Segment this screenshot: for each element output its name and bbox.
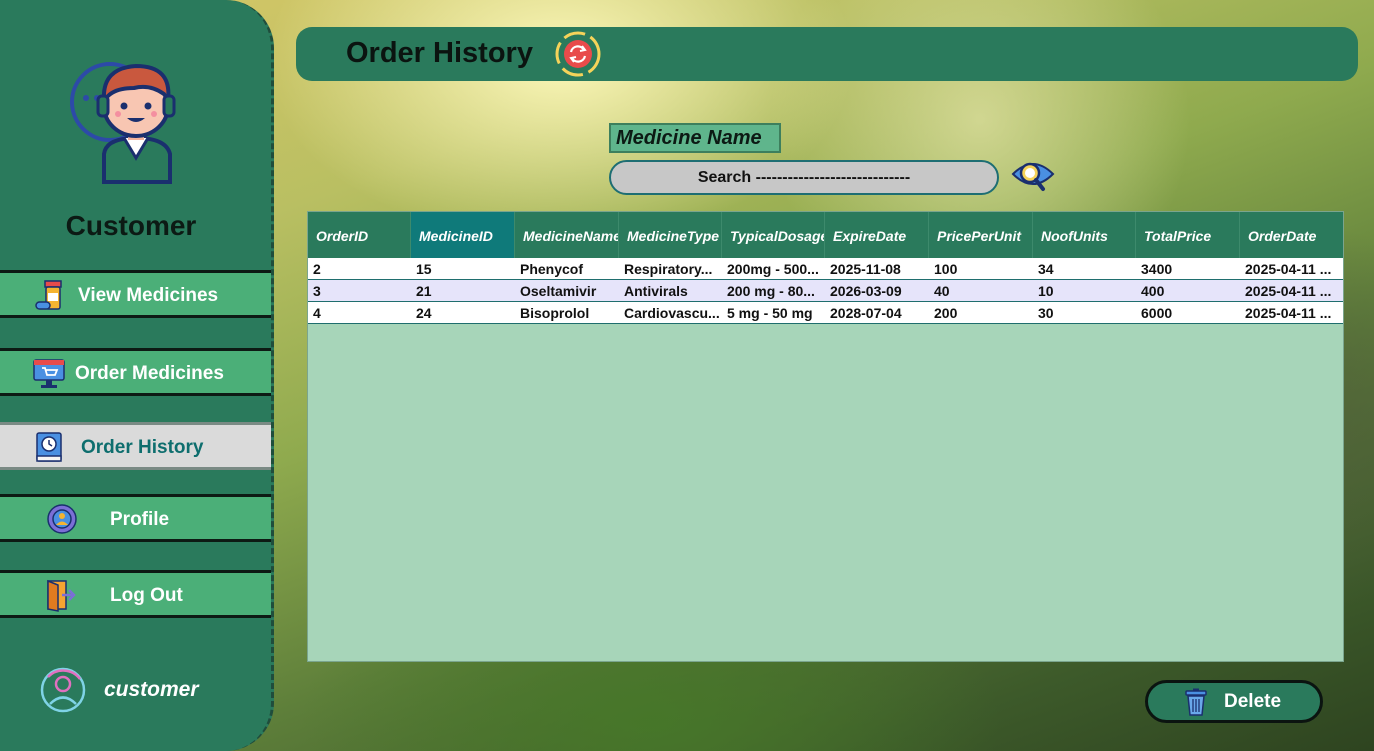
column-header-medicineid[interactable]: MedicineID <box>411 212 515 258</box>
table-cell: 2 <box>313 261 321 277</box>
table-cell: 2026-03-09 <box>830 283 902 299</box>
table-row[interactable]: 3 21 Oseltamivir Antivirals 200 mg - 80.… <box>308 280 1343 302</box>
trash-icon <box>1185 688 1207 716</box>
delete-label: Delete <box>1224 691 1282 712</box>
search-input[interactable] <box>609 160 999 195</box>
column-header-typicaldosage[interactable]: TypicalDosage <box>722 212 825 258</box>
header-bar: Order History <box>296 27 1358 81</box>
table-cell: 21 <box>416 283 432 299</box>
table-cell: Bisoprolol <box>520 305 590 321</box>
table-cell: Oseltamivir <box>520 283 597 299</box>
column-header-orderid[interactable]: OrderID <box>308 212 411 258</box>
order-history-table[interactable]: OrderID MedicineID MedicineName Medicine… <box>307 211 1344 662</box>
username: customer <box>104 678 199 701</box>
nav-view-medicines[interactable]: View Medicines <box>0 270 271 318</box>
table-cell: 200 <box>934 305 958 321</box>
delete-button[interactable]: Delete <box>1145 680 1323 723</box>
table-cell: 2025-04-11 ... <box>1245 283 1332 299</box>
table-cell: 100 <box>934 261 958 277</box>
user-avatar-icon <box>40 667 86 713</box>
search-label: Medicine Name <box>609 123 781 153</box>
nav-label: Profile <box>110 509 170 530</box>
table-cell: 200mg - 500... <box>727 261 819 277</box>
column-header-medicinename[interactable]: MedicineName <box>515 212 619 258</box>
table-cell: 30 <box>1038 305 1054 321</box>
pill-bottle-icon <box>35 280 62 310</box>
gear-user-icon <box>47 504 77 534</box>
eye-magnifier-icon[interactable] <box>1010 156 1056 196</box>
refresh-icon[interactable] <box>554 30 602 78</box>
exit-door-icon <box>47 579 76 612</box>
table-cell: 2025-04-11 ... <box>1245 261 1332 277</box>
history-book-icon <box>36 432 62 462</box>
nav-label: Order History <box>81 437 204 458</box>
nav-order-medicines[interactable]: Order Medicines <box>0 348 271 396</box>
table-cell: Antivirals <box>624 283 688 299</box>
page-title: Order History <box>346 37 533 69</box>
role-title: Customer <box>65 210 197 241</box>
table-cell: 4 <box>313 305 321 321</box>
table-cell: Respiratory... <box>624 261 713 277</box>
table-cell: 15 <box>416 261 432 277</box>
column-header-priceperunit[interactable]: PricePerUnit <box>929 212 1033 258</box>
table-cell: 6000 <box>1141 305 1173 321</box>
nav-log-out[interactable]: Log Out <box>0 570 271 618</box>
table-cell: 2025-04-11 ... <box>1245 305 1332 321</box>
column-header-totalprice[interactable]: TotalPrice <box>1136 212 1240 258</box>
table-cell: 3400 <box>1141 261 1173 277</box>
table-cell: 2028-07-04 <box>830 305 902 321</box>
nav-order-history[interactable]: Order History <box>0 422 271 470</box>
table-cell: 5 mg - 50 mg <box>727 305 813 321</box>
shop-cart-monitor-icon <box>33 359 65 388</box>
table-cell: Phenycof <box>520 261 584 277</box>
column-header-noofunits[interactable]: NoofUnits <box>1033 212 1136 258</box>
nav-label: Log Out <box>110 585 183 606</box>
table-row[interactable]: 4 24 Bisoprolol Cardiovascu... 5 mg - 50… <box>308 302 1343 324</box>
table-cell: 24 <box>416 305 432 321</box>
table-cell: 2025-11-08 <box>830 261 901 277</box>
customer-support-avatar-icon <box>70 62 176 184</box>
table-row[interactable]: 2 15 Phenycof Respiratory... 200mg - 500… <box>308 258 1343 280</box>
table-cell: 3 <box>313 283 321 299</box>
table-cell: 10 <box>1038 283 1054 299</box>
user-footer: customer <box>40 667 199 713</box>
column-header-medicinetype[interactable]: MedicineType <box>619 212 722 258</box>
nav-label: Order Medicines <box>75 363 224 384</box>
table-cell: Cardiovascu... <box>624 305 720 321</box>
table-cell: 40 <box>934 283 950 299</box>
table-cell: 34 <box>1038 261 1054 277</box>
nav-label: View Medicines <box>78 285 219 306</box>
column-header-orderdate[interactable]: OrderDate <box>1240 212 1343 258</box>
table-header: OrderID MedicineID MedicineName Medicine… <box>308 212 1343 258</box>
sidebar: Customer View Medicines Order Medicines … <box>0 0 274 751</box>
nav-profile[interactable]: Profile <box>0 494 271 542</box>
column-header-expiredate[interactable]: ExpireDate <box>825 212 929 258</box>
table-cell: 200 mg - 80... <box>727 283 815 299</box>
table-cell: 400 <box>1141 283 1165 299</box>
